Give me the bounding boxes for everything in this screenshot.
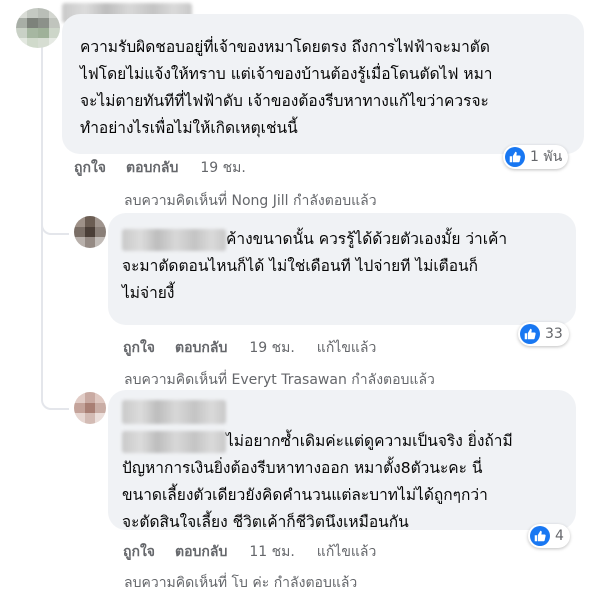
comment-text-line: ไม่อยากซ้ำเดิมค่ะแต่ดูความเป็นจริง ยิ่งถ… (226, 432, 513, 450)
author-name-redacted[interactable] (122, 400, 226, 424)
thread-elbow (41, 372, 69, 410)
thumbs-up-icon (505, 147, 525, 167)
author-name-redacted[interactable] (122, 229, 226, 251)
comment-bubble: ความรับผิดชอบอยู่ที่เจ้าของหมาโดยตรง ถึง… (62, 14, 584, 154)
avatar[interactable] (74, 392, 106, 424)
like-button[interactable]: ถูกใจ (123, 337, 155, 359)
comment-text-line: ขนาดเลี้ยงตัวเดียวยังคิดคำนวนแต่ละบาทไม่… (122, 486, 488, 504)
like-button[interactable]: ถูกใจ (123, 541, 155, 563)
comment-text-line: ค้างขนาดนั้น ควรรู้ได้ด้วยตัวเองมั้ย ว่า… (226, 230, 508, 248)
comment-actions: ถูกใจ ตอบกลับ 19 ชม. แก้ไขแล้ว (123, 337, 376, 359)
edited-label[interactable]: แก้ไขแล้ว (317, 337, 377, 359)
comment-text-line: ทำอย่างไรเพื่อไม่ให้เกิดเหตุเช่นนี้ (80, 119, 298, 137)
comment-text-line: ปัญหาการเงินยิ่งต้องรีบหาทางออก หมาตั้ง8… (122, 459, 483, 477)
reaction-count: 4 (555, 528, 564, 544)
comment-text-line: จะมาตัดตอนไหนก็ได้ ไม่ใช่เดือนที ไปจ่ายท… (122, 257, 479, 275)
reaction-count: 1 พัน (530, 149, 563, 165)
reaction-count: 33 (545, 326, 563, 342)
deleted-reply-notice: ลบความคิดเห็นที่ โบ ค่ะ กำลังตอบแล้ว (124, 575, 358, 590)
reply-button[interactable]: ตอบกลับ (126, 157, 178, 179)
author-name-redacted[interactable] (122, 431, 226, 453)
like-button[interactable]: ถูกใจ (74, 157, 106, 179)
timestamp[interactable]: 19 ชม. (249, 337, 294, 359)
thread-elbow (41, 205, 69, 235)
reply-button[interactable]: ตอบกลับ (175, 337, 227, 359)
comment-text-line: จะตัดสินใจเลี้ยง ชีวิตเค้าก็ชีวิตนึงเหมื… (122, 513, 409, 531)
reaction-summary[interactable]: 4 (528, 524, 570, 548)
comment-text-line: จะไม่ตายทันทีที่ไฟฟ้าดับ เจ้าของต้องรีบห… (80, 92, 489, 110)
timestamp[interactable]: 11 ชม. (249, 541, 294, 563)
comment-actions: ถูกใจ ตอบกลับ 19 ชม. (74, 157, 246, 179)
avatar[interactable] (16, 8, 60, 48)
edited-label[interactable]: แก้ไขแล้ว (317, 541, 377, 563)
comment-text-line: ความรับผิดชอบอยู่ที่เจ้าของหมาโดยตรง ถึง… (80, 38, 490, 56)
comment-text-line: ไม่จ่ายงี้ (122, 284, 175, 302)
reply-button[interactable]: ตอบกลับ (175, 541, 227, 563)
timestamp[interactable]: 19 ชม. (200, 157, 245, 179)
comment-bubble: ค้างขนาดนั้น ควรรู้ได้ด้วยตัวเองมั้ย ว่า… (108, 213, 576, 325)
reaction-summary[interactable]: 1 พัน (503, 145, 569, 169)
comment-text-line: ไฟโดยไม่แจ้งให้ทราบ แต่เจ้าของบ้านต้องรู… (80, 65, 493, 83)
comment-bubble: ไม่อยากซ้ำเดิมค่ะแต่ดูความเป็นจริง ยิ่งถ… (108, 390, 576, 531)
reaction-summary[interactable]: 33 (518, 322, 569, 346)
deleted-reply-notice: ลบความคิดเห็นที่ Everyt Trasawan กำลังตอ… (124, 372, 435, 388)
thumbs-up-icon (530, 526, 550, 546)
thumbs-up-icon (520, 324, 540, 344)
comment-actions: ถูกใจ ตอบกลับ 11 ชม. แก้ไขแล้ว (123, 541, 376, 563)
avatar[interactable] (74, 216, 106, 248)
deleted-reply-notice: ลบความคิดเห็นที่ Nong Jill กำลังตอบแล้ว (124, 193, 377, 209)
